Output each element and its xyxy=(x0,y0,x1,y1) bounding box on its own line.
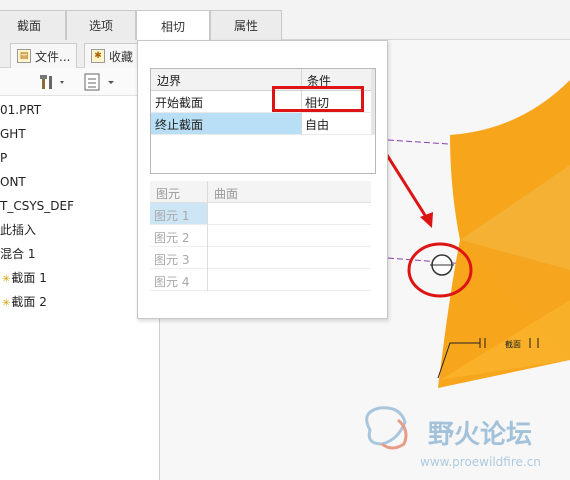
boundary-end-label: 终止截面 xyxy=(155,118,204,132)
element-label: 图元 3 xyxy=(154,253,190,267)
watermark-logo xyxy=(365,406,408,450)
arrow-head xyxy=(420,212,433,228)
navigator-tabs: ▤ 文件... ✱ 收藏 xyxy=(0,40,160,68)
tab-favorites[interactable]: ✱ 收藏 xyxy=(84,43,141,68)
tree-item-datum-right[interactable]: GHT xyxy=(0,124,26,144)
annotation-box xyxy=(272,86,364,112)
tree-item-csys[interactable]: T_CSYS_DEF xyxy=(0,196,74,216)
section-sketch-icon: ✳ xyxy=(2,298,11,309)
element-surface-table: 图元 曲面 图元 1 图元 2 图元 3 图元 4 xyxy=(150,181,371,309)
boundary-row-end[interactable]: 终止截面 自由 xyxy=(151,113,375,135)
tree-item-blend[interactable]: 混合 1 xyxy=(0,244,35,264)
header-surface: 曲面 xyxy=(214,187,239,201)
element-row[interactable]: 图元 4 xyxy=(150,269,371,291)
tab-tangency[interactable]: 相切 xyxy=(136,10,210,41)
model-tree-toolbar xyxy=(0,68,160,96)
tree-item-section-1[interactable]: ✳截面 1 xyxy=(2,268,47,288)
element-row[interactable]: 图元 1 xyxy=(150,203,371,225)
element-row[interactable]: 图元 2 xyxy=(150,225,371,247)
dashboard-tab-strip: 截面 选项 相切 属性 xyxy=(0,0,570,41)
boundary-condition-table: 边界 条件 开始截面 相切 终止截面 自由 xyxy=(150,68,376,174)
boundary-start-label: 开始截面 xyxy=(155,96,204,110)
element-row[interactable]: 图元 3 xyxy=(150,247,371,269)
watermark-url: www.proewildfire.cn xyxy=(420,455,541,469)
file-tab-label: 文件... xyxy=(35,49,71,64)
tree-item-section-2[interactable]: ✳截面 2 xyxy=(2,292,47,312)
tree-item-insert-here[interactable]: 此插入 xyxy=(0,220,36,240)
tab-properties[interactable]: 属性 xyxy=(210,10,282,40)
header-boundary: 边界 xyxy=(157,74,182,88)
section-sketch-icon: ✳ xyxy=(2,274,11,285)
tab-options[interactable]: 选项 xyxy=(66,10,136,40)
tree-item-section-1-label: 截面 1 xyxy=(11,271,47,285)
folder-icon: ▤ xyxy=(17,49,31,63)
condition-end-value[interactable]: 自由 xyxy=(305,116,329,133)
element-label: 图元 1 xyxy=(154,209,190,223)
tree-item-section-2-label: 截面 2 xyxy=(11,295,47,309)
watermark-title: 野火论坛 xyxy=(428,420,532,450)
tree-item-datum-top[interactable]: P xyxy=(0,148,7,168)
settings-tools-icon[interactable] xyxy=(40,72,70,92)
favorites-tab-label: 收藏 xyxy=(109,49,134,64)
tab-file-browser[interactable]: ▤ 文件... xyxy=(10,43,78,68)
dimension-label: 截面 xyxy=(505,339,521,349)
element-label: 图元 4 xyxy=(154,275,190,289)
model-tree-panel: ▤ 文件... ✱ 收藏 01.PRT GHT P ONT T_CSYS_DEF… xyxy=(0,40,160,480)
tab-sections[interactable]: 截面 xyxy=(0,10,66,40)
tree-item-part[interactable]: 01.PRT xyxy=(0,100,41,120)
tree-item-datum-front[interactable]: ONT xyxy=(0,172,26,192)
element-label: 图元 2 xyxy=(154,231,190,245)
favorites-icon: ✱ xyxy=(91,49,105,63)
table-scrollbar[interactable] xyxy=(371,69,375,135)
element-table-header: 图元 曲面 xyxy=(150,181,371,203)
tangency-panel: 边界 条件 开始截面 相切 终止截面 自由 图元 曲面 图元 1 图元 2 图元… xyxy=(137,40,388,319)
column-divider xyxy=(207,181,208,291)
header-element: 图元 xyxy=(156,187,181,201)
list-view-icon[interactable] xyxy=(84,72,120,92)
